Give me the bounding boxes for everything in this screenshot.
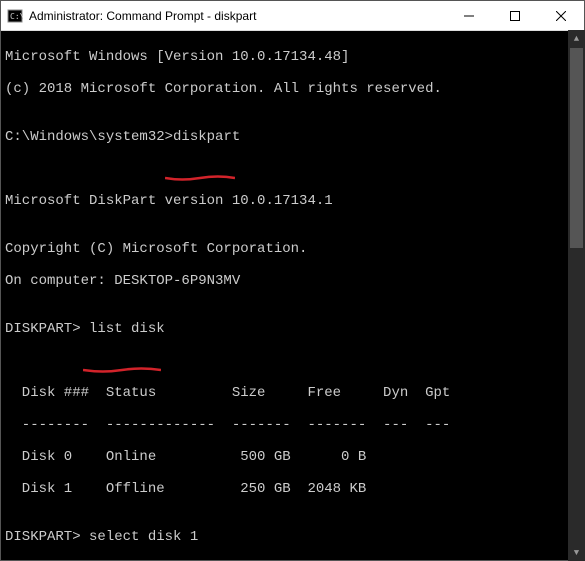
output-line: Microsoft DiskPart version 10.0.17134.1 — [5, 193, 580, 209]
output-line: On computer: DESKTOP-6P9N3MV — [5, 273, 580, 289]
maximize-button[interactable] — [492, 1, 538, 30]
table-row: Disk 1 Offline 250 GB 2048 KB — [5, 481, 580, 497]
table-row: Disk 0 Online 500 GB 0 B — [5, 449, 580, 465]
prompt-line: DISKPART> list disk — [5, 321, 580, 353]
command-text: diskpart — [173, 129, 240, 145]
prompt-line: DISKPART> select disk 1 — [5, 529, 580, 560]
cmd-window: C:\ Administrator: Command Prompt - disk… — [0, 0, 585, 561]
output-line: (c) 2018 Microsoft Corporation. All righ… — [5, 81, 580, 97]
minimize-button[interactable] — [446, 1, 492, 30]
vertical-scrollbar[interactable]: ▲ ▼ — [568, 30, 585, 561]
output-line: Copyright (C) Microsoft Corporation. — [5, 241, 580, 257]
window-controls — [446, 1, 584, 30]
terminal-output[interactable]: Microsoft Windows [Version 10.0.17134.48… — [1, 31, 584, 560]
scroll-up-button[interactable]: ▲ — [568, 30, 585, 47]
table-divider: -------- ------------- ------- ------- -… — [5, 417, 580, 433]
scroll-down-button[interactable]: ▼ — [568, 544, 585, 561]
command-text: list disk — [89, 321, 165, 337]
output-line: Microsoft Windows [Version 10.0.17134.48… — [5, 49, 580, 65]
svg-text:C:\: C:\ — [10, 12, 23, 21]
cmd-icon: C:\ — [7, 8, 23, 24]
titlebar[interactable]: C:\ Administrator: Command Prompt - disk… — [1, 1, 584, 31]
close-button[interactable] — [538, 1, 584, 30]
window-title: Administrator: Command Prompt - diskpart — [29, 9, 446, 23]
prompt: C:\Windows\system32> — [5, 129, 173, 145]
prompt: DISKPART> — [5, 321, 89, 337]
prompt-line: C:\Windows\system32>diskpart — [5, 129, 580, 161]
table-header: Disk ### Status Size Free Dyn Gpt — [5, 385, 580, 401]
command-text: select disk 1 — [89, 529, 198, 545]
scroll-thumb[interactable] — [570, 48, 583, 248]
prompt: DISKPART> — [5, 529, 89, 545]
